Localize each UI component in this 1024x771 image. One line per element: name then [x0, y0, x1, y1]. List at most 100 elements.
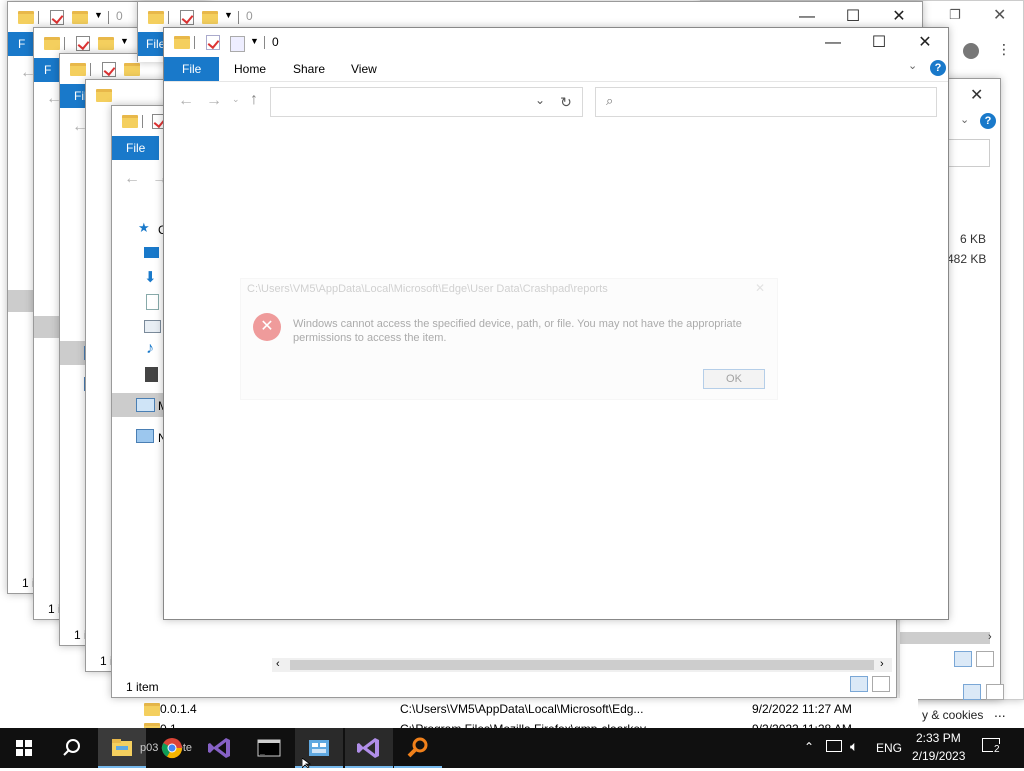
search-icon — [63, 739, 80, 756]
window-title: 0 — [116, 9, 123, 23]
folder-icon — [96, 89, 112, 102]
music-icon: ♪ — [146, 340, 154, 357]
taskbar-visual-studio[interactable] — [196, 728, 244, 768]
taskbar-visual-studio-active[interactable] — [345, 728, 393, 768]
forward-icon[interactable]: → — [206, 92, 222, 110]
tab-view[interactable]: View — [351, 57, 377, 81]
edge-status-text: y & cookies — [922, 708, 984, 722]
properties-icon[interactable] — [180, 10, 194, 25]
status-bar: 1 item — [126, 680, 159, 694]
close-icon[interactable]: ✕ — [993, 5, 1006, 25]
error-dialog[interactable]: C:\Users\VM5\AppData\Local\Microsoft\Edg… — [240, 278, 778, 400]
tab-home[interactable]: Home — [234, 57, 266, 81]
volume-icon[interactable]: 🔈︎ — [850, 738, 858, 755]
tab-file[interactable]: File — [112, 136, 160, 160]
notification-center-button[interactable]: 2 — [982, 738, 1004, 756]
properties-icon[interactable] — [206, 35, 220, 50]
clock-time[interactable]: 2:33 PM — [916, 731, 961, 745]
chevron-down-icon[interactable]: ▼ — [120, 36, 129, 46]
details-view-button[interactable] — [963, 684, 981, 700]
scroll-right-icon[interactable]: › — [988, 631, 992, 643]
dialog-close-icon[interactable]: ✕ — [755, 281, 765, 295]
scrollbar-track[interactable] — [900, 632, 990, 644]
taskbar-search-tool[interactable] — [394, 728, 442, 768]
tab-file[interactable]: File — [164, 57, 220, 81]
new-folder-icon[interactable] — [124, 63, 140, 76]
close-button[interactable]: ✕ — [902, 28, 948, 58]
chevron-down-icon[interactable]: ▼ — [94, 10, 103, 20]
dialog-message-line1: Windows cannot access the specified devi… — [293, 318, 742, 330]
svg-text:_: _ — [260, 746, 265, 755]
videos-icon — [145, 367, 158, 382]
details-view-button[interactable] — [954, 651, 972, 667]
scroll-right-icon[interactable]: › — [880, 658, 884, 670]
taskbar-file-explorer[interactable] — [98, 728, 146, 768]
minimize-button[interactable]: — — [810, 28, 856, 58]
dialog-message-line2: permissions to access the item. — [293, 332, 447, 344]
search-icon: ⌕ — [606, 93, 614, 108]
restore-icon[interactable]: ❐ — [949, 7, 961, 23]
tab-share[interactable]: Share — [293, 57, 325, 81]
search-button[interactable] — [48, 728, 96, 768]
recent-locations-icon[interactable]: ⌄ — [232, 94, 240, 105]
ok-button[interactable]: OK — [703, 369, 765, 389]
chevron-down-icon[interactable]: ▼ — [250, 36, 259, 46]
help-icon[interactable]: ? — [930, 60, 946, 76]
taskbar-chrome[interactable] — [148, 728, 196, 768]
refresh-button[interactable]: ↻ — [550, 87, 583, 117]
chrome-icon — [161, 738, 183, 759]
scroll-left-icon[interactable]: ‹ — [276, 658, 280, 670]
large-icons-view-button[interactable] — [986, 684, 1004, 700]
tab-file[interactable]: F — [8, 32, 36, 56]
start-button[interactable] — [0, 728, 48, 768]
up-icon[interactable]: ↑ — [250, 91, 258, 109]
folder-icon — [70, 63, 86, 76]
ribbon-expand-icon[interactable]: ⌄ — [908, 59, 917, 72]
back-icon[interactable]: ← — [124, 170, 140, 188]
new-folder-icon[interactable] — [230, 36, 245, 52]
search-input[interactable]: ⌕ — [595, 87, 937, 117]
notification-count: 2 — [993, 744, 1001, 755]
maximize-button[interactable]: ☐ — [856, 28, 902, 58]
language-indicator[interactable]: ENG — [876, 741, 902, 755]
list-item[interactable]: 0.0.1.4 C:\Users\VM5\AppData\Local\Micro… — [138, 700, 908, 718]
profile-icon[interactable] — [963, 43, 979, 59]
properties-icon[interactable] — [76, 36, 90, 51]
tab-file[interactable]: F — [34, 58, 62, 82]
address-dropdown-icon[interactable]: ⌄ — [535, 93, 545, 107]
new-folder-icon[interactable] — [72, 11, 88, 24]
address-bar[interactable]: ⌄ — [270, 87, 552, 117]
start-icon — [16, 740, 32, 756]
properties-icon[interactable] — [102, 62, 116, 77]
file-size: 482 KB — [947, 252, 987, 266]
new-folder-icon[interactable] — [202, 11, 218, 24]
back-icon[interactable]: ← — [178, 92, 194, 110]
new-folder-icon[interactable] — [98, 37, 114, 50]
window-title: 0 — [272, 35, 279, 49]
h-scrollbar[interactable]: ‹ › — [272, 658, 892, 672]
window-title: 0 — [246, 9, 253, 23]
clock-date[interactable]: 2/19/2023 — [912, 749, 965, 763]
show-hidden-icons-icon[interactable]: ⌃ — [804, 740, 814, 754]
large-icons-view-button[interactable] — [976, 651, 994, 667]
properties-icon[interactable] — [50, 10, 64, 25]
chevron-down-icon[interactable]: ⌄ — [960, 113, 969, 126]
details-view-button[interactable] — [850, 676, 868, 692]
folder-icon — [44, 37, 60, 50]
folder-path: C:\Users\VM5\AppData\Local\Microsoft\Edg… — [400, 702, 644, 716]
dialog-title: C:\Users\VM5\AppData\Local\Microsoft\Edg… — [247, 283, 608, 295]
help-icon[interactable]: ? — [980, 113, 996, 129]
close-icon[interactable]: ✕ — [970, 85, 983, 105]
scrollbar-thumb[interactable] — [290, 660, 874, 670]
mouse-cursor-icon — [302, 758, 312, 768]
search-tool-icon — [407, 737, 428, 758]
edge-more-button[interactable]: ... — [994, 704, 1006, 720]
documents-icon — [146, 294, 159, 310]
network-tray-icon[interactable] — [826, 740, 842, 752]
taskbar-terminal[interactable]: _ — [245, 728, 293, 768]
chevron-down-icon[interactable]: ▼ — [224, 10, 233, 20]
quick-access-star-icon: ★ — [138, 220, 150, 235]
dialog-message: Windows cannot access the specified devi… — [293, 317, 742, 345]
more-options-icon[interactable]: ⋮ — [997, 41, 1011, 58]
large-icons-view-button[interactable] — [872, 676, 890, 692]
